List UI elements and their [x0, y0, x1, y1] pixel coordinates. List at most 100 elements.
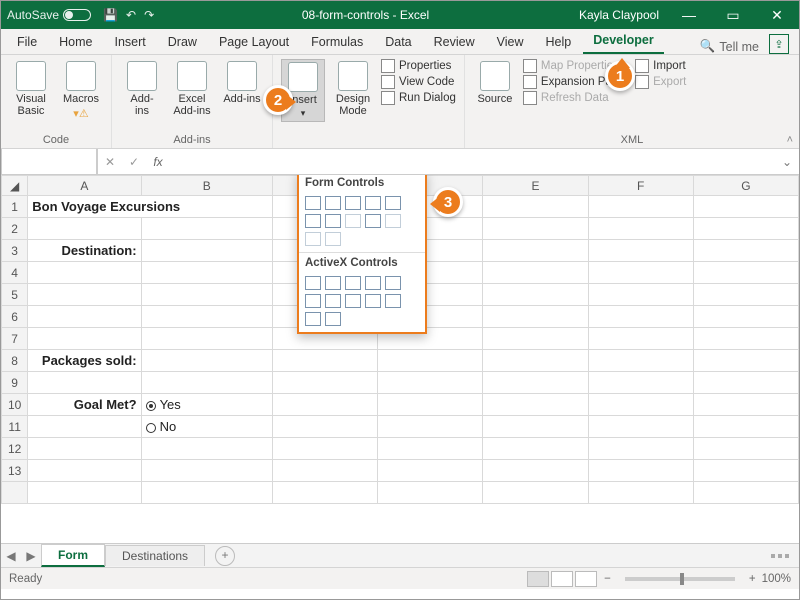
- name-box[interactable]: [1, 149, 97, 174]
- excel-addins-button[interactable]: Excel Add-ins: [170, 59, 214, 119]
- form-scrollbar-icon[interactable]: [365, 214, 381, 228]
- form-label-icon[interactable]: [345, 214, 361, 228]
- col-header[interactable]: F: [588, 176, 693, 196]
- row-header[interactable]: [2, 482, 28, 504]
- new-sheet-button[interactable]: +: [215, 546, 235, 566]
- zoom-out-button[interactable]: −: [604, 573, 611, 585]
- minimize-button[interactable]: —: [667, 7, 711, 23]
- radio-icon[interactable]: [146, 401, 156, 411]
- select-all-corner[interactable]: ◢: [2, 176, 28, 196]
- view-code-button[interactable]: View Code: [381, 75, 456, 89]
- maximize-button[interactable]: ▭: [711, 7, 755, 24]
- expand-formula-bar-icon[interactable]: ⌄: [775, 155, 799, 169]
- form-groupbox-icon[interactable]: [325, 214, 341, 228]
- activex-spinbutton-icon[interactable]: [385, 294, 401, 308]
- normal-view-button[interactable]: [527, 571, 549, 587]
- col-header[interactable]: B: [141, 176, 272, 196]
- tab-insert[interactable]: Insert: [105, 31, 156, 54]
- sheet-nav-next[interactable]: ▶: [21, 549, 41, 563]
- form-checkbox-icon[interactable]: [345, 196, 361, 210]
- page-layout-view-button[interactable]: [551, 571, 573, 587]
- redo-icon[interactable]: ↷: [144, 8, 154, 22]
- worksheet-area[interactable]: ◢ A B E F G 1Bon Voyage Excursions 2 3De…: [1, 175, 799, 543]
- cell[interactable]: Destination:: [28, 240, 141, 262]
- activex-optionbutton-icon[interactable]: [325, 294, 341, 308]
- tab-draw[interactable]: Draw: [158, 31, 207, 54]
- sheet-tab-form[interactable]: Form: [41, 544, 105, 567]
- row-header[interactable]: 6: [2, 306, 28, 328]
- activex-more-icon[interactable]: [325, 312, 341, 326]
- user-name[interactable]: Kayla Claypool: [571, 8, 667, 22]
- form-button-icon[interactable]: [305, 196, 321, 210]
- form-combobox-icon[interactable]: [325, 196, 341, 210]
- import-button[interactable]: Import: [635, 59, 686, 73]
- cell[interactable]: Yes: [141, 394, 272, 416]
- form-spinner-icon[interactable]: [365, 196, 381, 210]
- zoom-in-button[interactable]: +: [749, 573, 756, 585]
- tab-formulas[interactable]: Formulas: [301, 31, 373, 54]
- activex-checkbox-icon[interactable]: [345, 276, 361, 290]
- row-header[interactable]: 1: [2, 196, 28, 218]
- tab-file[interactable]: File: [7, 31, 47, 54]
- activex-commandbutton-icon[interactable]: [305, 276, 321, 290]
- row-header[interactable]: 12: [2, 438, 28, 460]
- tab-review[interactable]: Review: [424, 31, 485, 54]
- row-header[interactable]: 9: [2, 372, 28, 394]
- sheet-nav-prev[interactable]: ◀: [1, 549, 21, 563]
- page-break-view-button[interactable]: [575, 571, 597, 587]
- tell-me-search[interactable]: 🔍 Tell me: [692, 39, 767, 54]
- row-header[interactable]: 3: [2, 240, 28, 262]
- share-button[interactable]: ⇪: [769, 34, 789, 54]
- activex-label-icon[interactable]: [345, 294, 361, 308]
- row-header[interactable]: 2: [2, 218, 28, 240]
- col-header[interactable]: A: [28, 176, 141, 196]
- cell[interactable]: No: [141, 416, 272, 438]
- activex-textbox-icon[interactable]: [385, 276, 401, 290]
- col-header[interactable]: G: [693, 176, 798, 196]
- addins-button[interactable]: Add- ins: [120, 59, 164, 119]
- properties-button[interactable]: Properties: [381, 59, 456, 73]
- row-header[interactable]: 13: [2, 460, 28, 482]
- zoom-slider[interactable]: [625, 577, 735, 581]
- autosave-toggle[interactable]: AutoSave: [1, 8, 97, 22]
- col-header[interactable]: E: [483, 176, 588, 196]
- cancel-formula-icon[interactable]: ✕: [98, 155, 122, 169]
- activex-image-icon[interactable]: [365, 294, 381, 308]
- com-addins-button[interactable]: Add-ins: [220, 59, 264, 107]
- tab-data[interactable]: Data: [375, 31, 421, 54]
- tab-home[interactable]: Home: [49, 31, 102, 54]
- collapse-ribbon-icon[interactable]: ˄: [787, 134, 793, 146]
- activex-combobox-icon[interactable]: [325, 276, 341, 290]
- enter-formula-icon[interactable]: ✓: [122, 155, 146, 169]
- save-icon[interactable]: 💾: [103, 8, 118, 22]
- zoom-level[interactable]: 100%: [762, 573, 791, 585]
- cell[interactable]: Packages sold:: [28, 350, 141, 372]
- title-bar: AutoSave 💾 ↶ ↷ 08-form-controls - Excel …: [1, 1, 799, 29]
- cell[interactable]: Goal Met?: [28, 394, 141, 416]
- sheet-tab-destinations[interactable]: Destinations: [105, 545, 205, 566]
- visual-basic-button[interactable]: Visual Basic: [9, 59, 53, 119]
- row-header[interactable]: 10: [2, 394, 28, 416]
- macros-button[interactable]: Macros▾⚠: [59, 59, 103, 122]
- design-mode-button[interactable]: Design Mode: [331, 59, 375, 119]
- close-button[interactable]: ✕: [755, 7, 799, 24]
- tab-help[interactable]: Help: [536, 31, 582, 54]
- cell[interactable]: Bon Voyage Excursions: [28, 196, 273, 218]
- row-header[interactable]: 11: [2, 416, 28, 438]
- radio-icon[interactable]: [146, 423, 156, 433]
- undo-icon[interactable]: ↶: [126, 8, 136, 22]
- activex-scrollbar-icon[interactable]: [305, 294, 321, 308]
- source-button[interactable]: Source: [473, 59, 517, 107]
- form-optionbutton-icon[interactable]: [305, 214, 321, 228]
- run-dialog-button[interactable]: Run Dialog: [381, 91, 456, 105]
- row-header[interactable]: 4: [2, 262, 28, 284]
- row-header[interactable]: 5: [2, 284, 28, 306]
- tab-page-layout[interactable]: Page Layout: [209, 31, 299, 54]
- form-listbox-icon[interactable]: [385, 196, 401, 210]
- fx-icon[interactable]: fx: [146, 155, 170, 169]
- activex-togglebutton-icon[interactable]: [305, 312, 321, 326]
- tab-view[interactable]: View: [487, 31, 534, 54]
- row-header[interactable]: 8: [2, 350, 28, 372]
- row-header[interactable]: 7: [2, 328, 28, 350]
- activex-listbox-icon[interactable]: [365, 276, 381, 290]
